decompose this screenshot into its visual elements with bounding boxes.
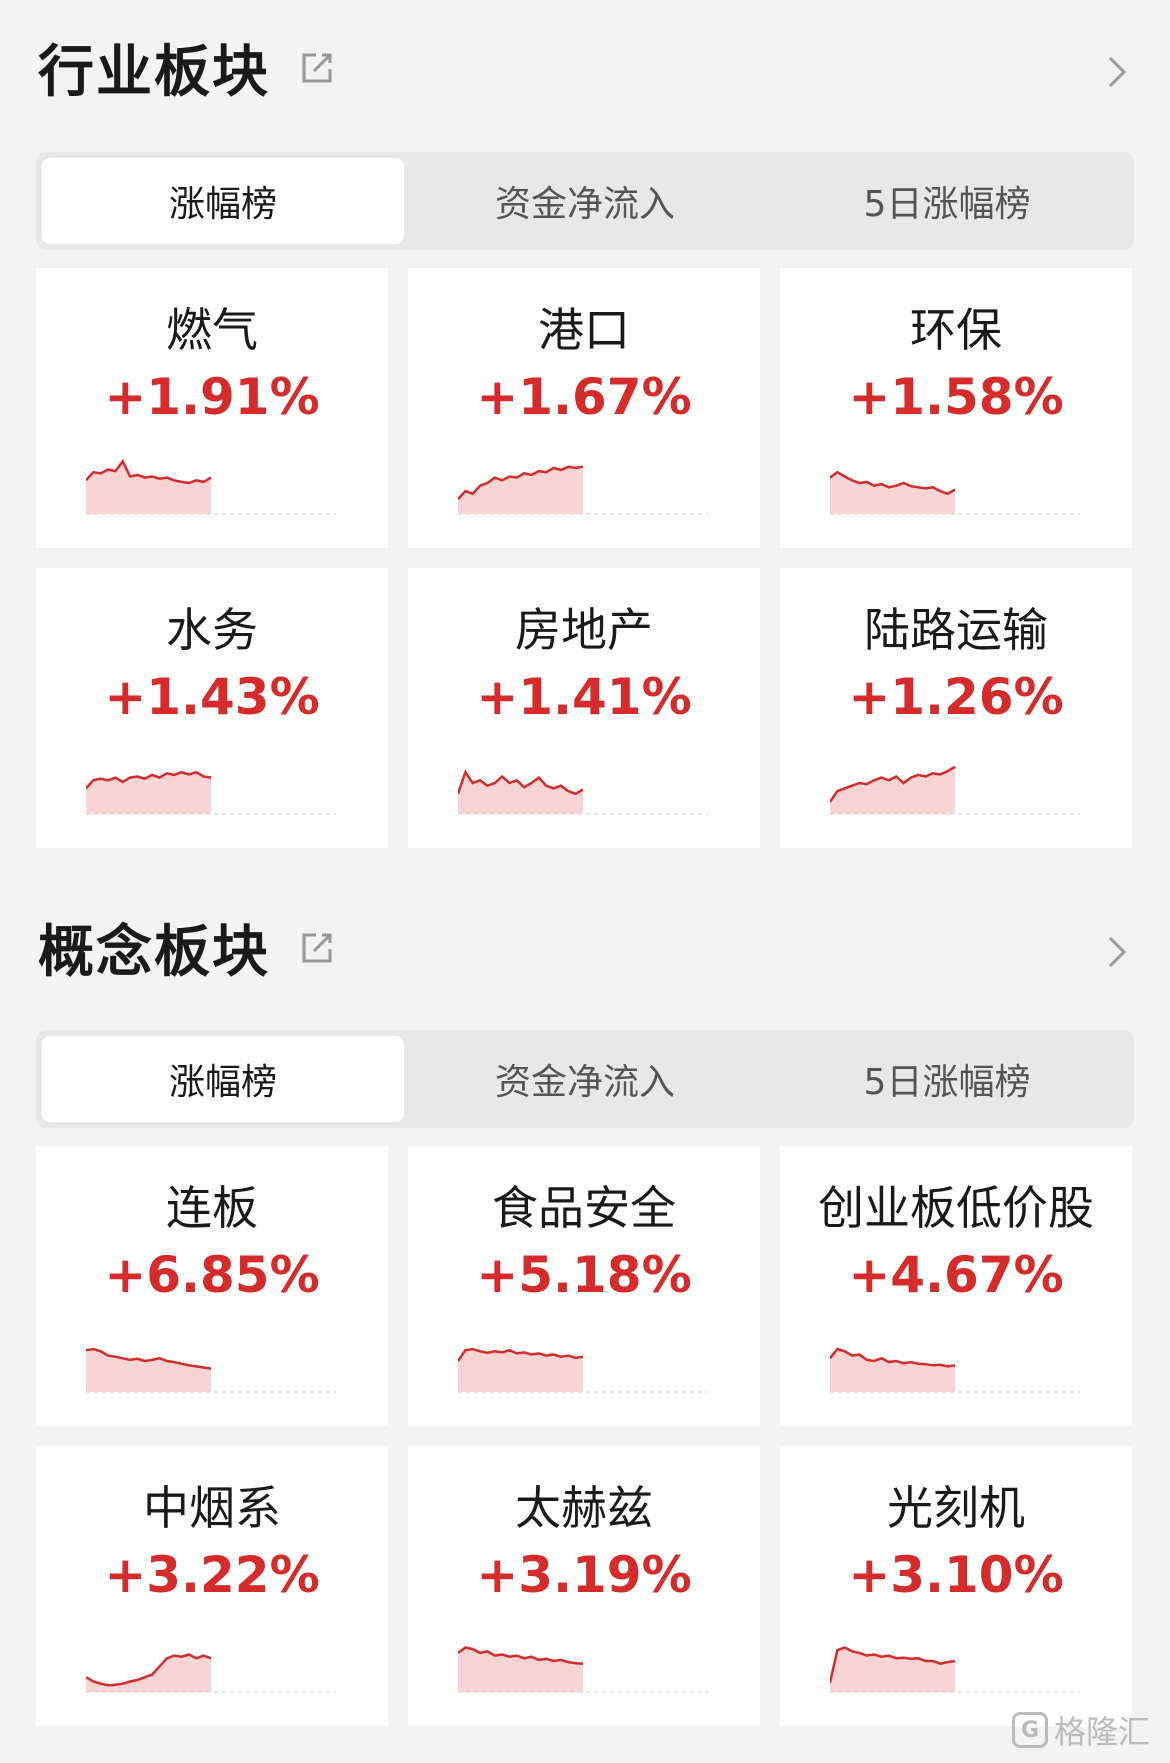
sector-card[interactable]: 太赫兹 +3.19% [408,1446,760,1726]
sector-change: +1.67% [476,368,692,426]
sparkline-area [86,461,211,514]
share-icon[interactable] [298,47,338,87]
sparkline-area [86,1349,211,1392]
tab-5day-gain[interactable]: 5日涨幅榜 [766,158,1128,244]
sparkline-area [458,1647,583,1692]
chevron-right-icon[interactable] [1102,52,1132,92]
section-header[interactable]: 概念板块 [38,912,338,985]
sector-change: +5.18% [476,1246,692,1304]
sector-name: 燃气 [166,303,258,357]
tab-bar: 涨幅榜 资金净流入 5日涨幅榜 [36,1030,1134,1128]
sector-change: +1.43% [104,668,320,726]
sector-change: +3.19% [476,1546,692,1604]
tab-gain-rank[interactable]: 涨幅榜 [42,158,404,244]
sector-card[interactable]: 创业板低价股 +4.67% [780,1146,1132,1426]
sparkline-area [830,1349,955,1392]
sector-change: +3.10% [848,1546,1064,1604]
sector-name: 水务 [166,603,258,657]
sector-card[interactable]: 环保 +1.58% [780,268,1132,548]
sector-name: 环保 [910,303,1002,357]
sector-card[interactable]: 陆路运输 +1.26% [780,568,1132,848]
sparkline-chart [458,465,708,515]
sparkline-chart [458,769,708,815]
sector-change: +3.22% [104,1546,320,1604]
sector-card[interactable]: 中烟系 +3.22% [36,1446,388,1726]
tab-net-inflow[interactable]: 资金净流入 [404,1036,766,1122]
sparkline-chart [830,765,1080,815]
sector-change: +1.41% [476,668,692,726]
chevron-right-icon[interactable] [1102,932,1132,972]
section-header[interactable]: 行业板块 [38,32,338,105]
sparkline-chart [458,1347,708,1393]
sector-card[interactable]: 水务 +1.43% [36,568,388,848]
sparkline-chart [86,1653,336,1693]
sparkline-area [830,1647,955,1692]
sector-card[interactable]: 房地产 +1.41% [408,568,760,848]
sector-change: +1.26% [848,668,1064,726]
sparkline-chart [830,1646,1080,1693]
sparkline-chart [86,459,336,515]
share-icon[interactable] [298,927,338,967]
section-title: 行业板块 [38,39,270,105]
sector-change: +4.67% [848,1246,1064,1304]
tab-gain-rank[interactable]: 涨幅榜 [42,1036,404,1122]
sector-name: 太赫兹 [515,1481,653,1535]
watermark: G 格隆汇 [1011,1707,1150,1753]
sector-change: +1.58% [848,368,1064,426]
sector-card[interactable]: 连板 +6.85% [36,1146,388,1426]
watermark-text: 格隆汇 [1053,1713,1150,1751]
sector-name: 光刻机 [887,1481,1025,1535]
sector-card[interactable]: 食品安全 +5.18% [408,1146,760,1426]
sector-card[interactable]: 光刻机 +3.10% [780,1446,1132,1726]
sector-change: +1.91% [104,368,320,426]
sparkline-chart [86,1347,336,1393]
tab-net-inflow[interactable]: 资金净流入 [404,158,766,244]
sector-name: 食品安全 [492,1181,676,1235]
section-title: 概念板块 [38,919,270,985]
sector-name: 陆路运输 [864,603,1048,657]
sparkline-chart [86,770,336,815]
tab-bar: 涨幅榜 资金净流入 5日涨幅榜 [36,152,1134,250]
sector-name: 港口 [538,303,630,357]
sector-name: 创业板低价股 [818,1181,1094,1235]
sector-change: +6.85% [104,1246,320,1304]
sparkline-chart [830,1347,1080,1393]
sector-card[interactable]: 港口 +1.67% [408,268,760,548]
tab-5day-gain[interactable]: 5日涨幅榜 [766,1036,1128,1122]
sparkline-chart [458,1646,708,1693]
sector-name: 房地产 [515,603,653,657]
watermark-logo-icon: G [1011,1712,1048,1748]
sector-card[interactable]: 燃气 +1.91% [36,268,388,548]
sector-grid: 燃气 +1.91% 港口 +1.67% 环保 +1.58% 水务 +1.43% 房地产 +1.41… [36,268,1134,848]
sector-grid: 连板 +6.85% 食品安全 +5.18% 创业板低价股 +4.67% 中烟系 +3.22% 太… [36,1146,1134,1726]
sparkline-area [458,772,583,814]
sector-name: 中烟系 [143,1481,281,1535]
sparkline-area [86,1654,211,1692]
sector-name: 连板 [166,1181,258,1235]
sparkline-chart [830,470,1080,515]
